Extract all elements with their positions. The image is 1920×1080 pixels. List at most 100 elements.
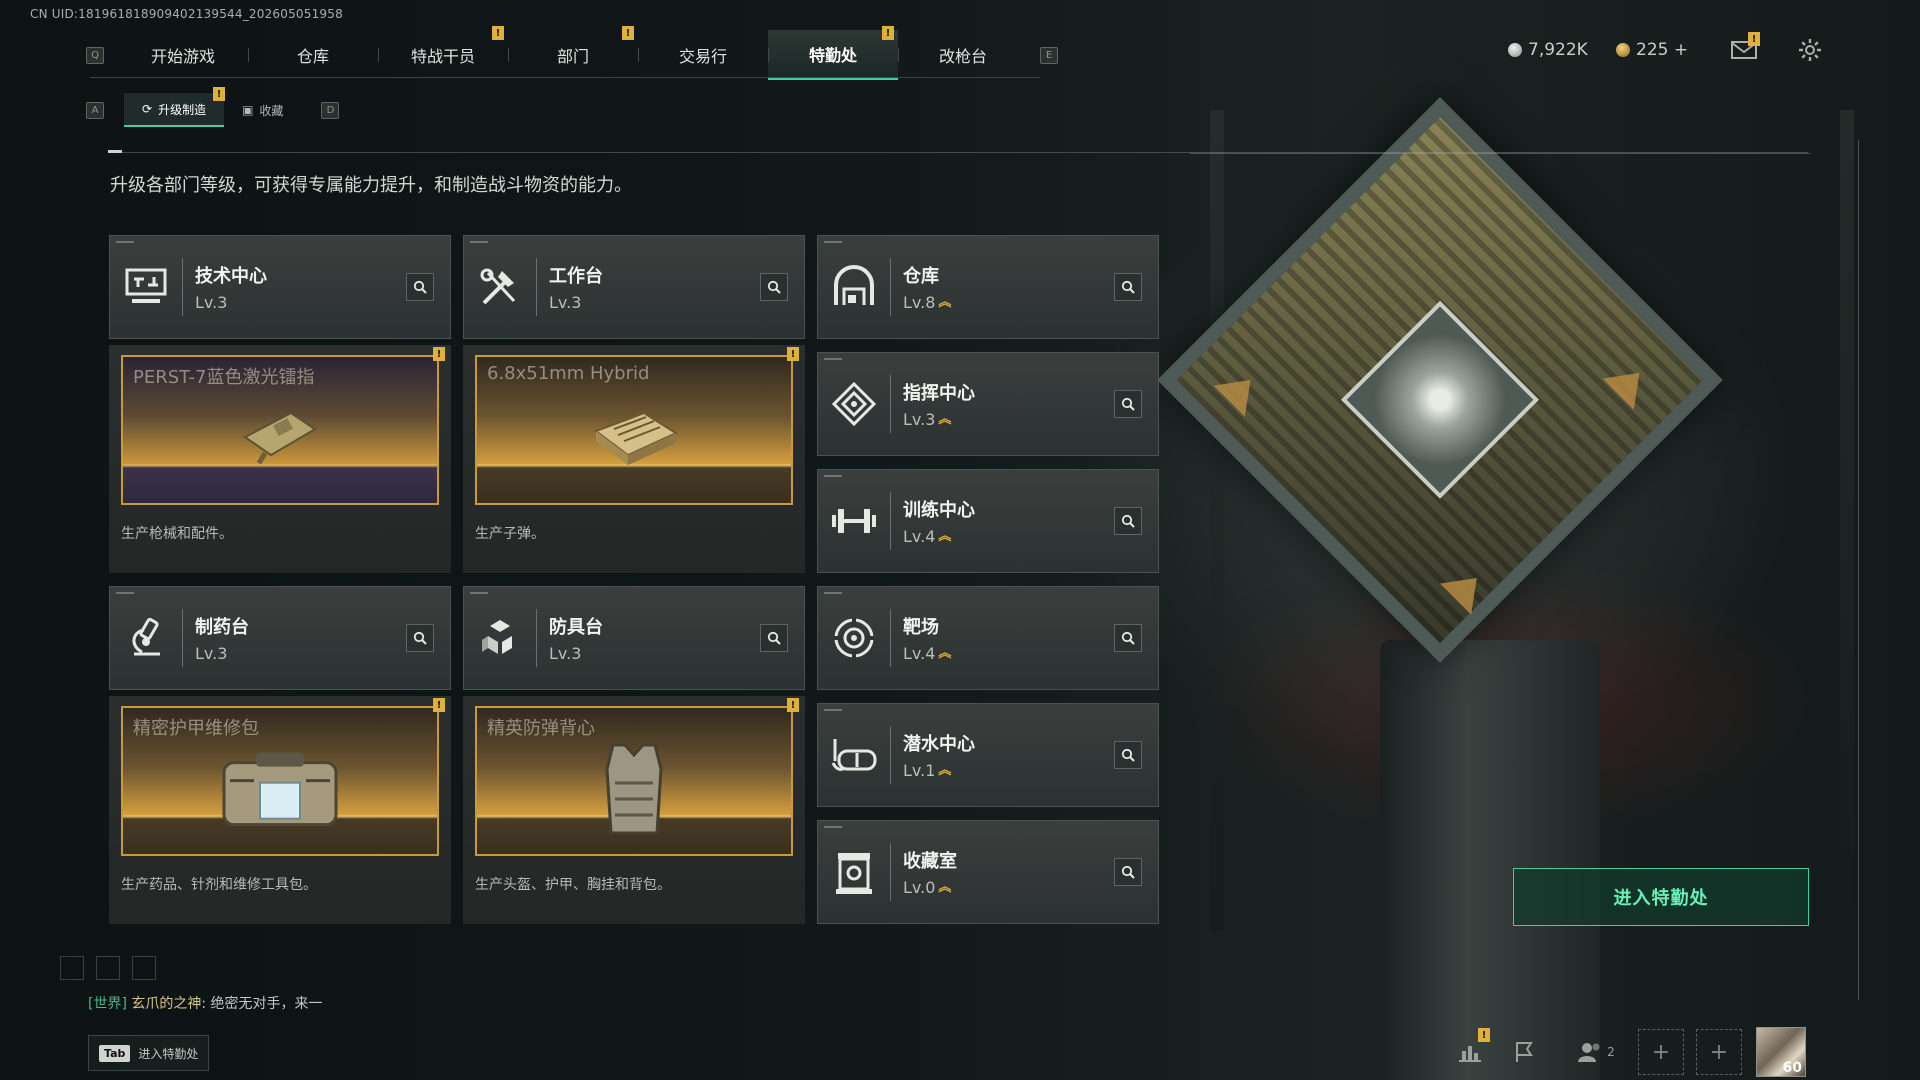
friends-icon	[1578, 1043, 1600, 1062]
tab-label: 仓库	[296, 47, 329, 66]
dept-panel-tech-center[interactable]: PERST-7蓝色激光镭指 ! 生产枪械和配件。	[109, 345, 451, 573]
upgrade-available-icon: ︽	[938, 529, 952, 544]
search-button[interactable]	[1114, 507, 1142, 535]
special-ops-cube-art	[1157, 97, 1723, 663]
quick-slot[interactable]	[96, 956, 120, 980]
chat-line[interactable]: [世界] 玄爪的之神: 绝密无对手，来一	[88, 993, 323, 1013]
dept-card-diving-center[interactable]: 潜水中心 Lv.1 ︽	[817, 703, 1159, 807]
dept-name: 工作台	[549, 266, 603, 287]
player-uid: CN UID:1819618189094021395​44_2026050519…	[30, 7, 343, 21]
alert-badge: !	[492, 26, 504, 40]
search-icon	[1121, 280, 1135, 294]
dept-card-workbench[interactable]: 工作台 Lv.3	[463, 235, 805, 339]
search-button[interactable]	[1114, 858, 1142, 886]
dept-card-command-center[interactable]: 指挥中心 Lv.3 ︽	[817, 352, 1159, 456]
product-preview[interactable]: 精英防弹背心	[475, 706, 793, 856]
search-button[interactable]	[1114, 273, 1142, 301]
product-preview[interactable]: 6.8x51mm Hybrid	[475, 355, 793, 505]
search-button[interactable]	[1114, 741, 1142, 769]
flag-icon[interactable]	[1502, 1030, 1546, 1074]
nav-left-key[interactable]: Q	[86, 46, 104, 64]
tab-gunsmith[interactable]: 改枪台	[898, 30, 1028, 80]
cube-panel	[1213, 364, 1267, 417]
card-text: 仓库 Lv.8 ︽	[903, 262, 1114, 312]
training-center-icon	[818, 470, 890, 572]
collection-room-icon	[818, 821, 890, 923]
gold-amount: 225 +	[1636, 40, 1689, 60]
dept-level: Lv.3	[549, 293, 760, 312]
search-button[interactable]	[1114, 624, 1142, 652]
silver-currency[interactable]: 7,922K	[1508, 40, 1588, 60]
player-level: 60	[1782, 1060, 1802, 1076]
search-button[interactable]	[406, 273, 434, 301]
search-button[interactable]	[1114, 390, 1142, 418]
chat-message: : 绝密无对手，来一	[201, 996, 323, 1012]
tab-warehouse[interactable]: 仓库	[248, 30, 378, 80]
upgrade-available-icon: ︽	[938, 646, 952, 661]
subtab-collection[interactable]: ▣ 收藏	[224, 93, 301, 127]
product-preview[interactable]: 精密护甲维修包	[121, 706, 439, 856]
dept-panel-workbench[interactable]: 6.8x51mm Hybrid ! 生产子弹。	[463, 345, 805, 573]
dept-name: 潜水中心	[903, 734, 975, 755]
subtab-left-key[interactable]: A	[86, 101, 104, 119]
dept-panel-pharmacy[interactable]: 精密护甲维修包 ! 生产药品、针剂和维修工具包。	[109, 696, 451, 924]
tab-shortcut-hint[interactable]: Tab 进入特勤处	[88, 1035, 210, 1071]
search-button[interactable]	[760, 624, 788, 652]
card-text: 工作台 Lv.3	[549, 262, 760, 312]
quick-slot[interactable]	[132, 956, 156, 980]
player-avatar[interactable]: 60	[1756, 1027, 1806, 1077]
dept-card-tech-center[interactable]: 技术中心 Lv.3	[109, 235, 451, 339]
product-name: 精英防弹背心	[487, 718, 595, 739]
alert-badge: !	[433, 347, 445, 361]
dept-level-text: Lv.3	[549, 644, 582, 663]
gear-icon[interactable]	[1796, 38, 1824, 62]
card-separator	[536, 258, 537, 316]
nav-right-key[interactable]: E	[1040, 46, 1058, 64]
tech-center-icon	[110, 236, 182, 338]
search-button[interactable]	[406, 624, 434, 652]
dept-panel-armor-bench[interactable]: 精英防弹背心 ! 生产头盔、护甲、胸挂和背包。	[463, 696, 805, 924]
collection-icon: ▣	[242, 103, 254, 117]
subtab-upgrade-craft[interactable]: ⟳ 升级制造 !	[124, 87, 226, 127]
search-icon	[1121, 865, 1135, 879]
sub-tabs: A ⟳ 升级制造 ! ▣ 收藏 D	[86, 87, 340, 127]
tab-start-game[interactable]: 开始游戏	[118, 30, 248, 80]
add-teammate-button[interactable]: +	[1638, 1029, 1684, 1075]
dept-card-training-center[interactable]: 训练中心 Lv.4 ︽	[817, 469, 1159, 573]
friends-button[interactable]: 2	[1566, 1030, 1626, 1074]
stats-icon[interactable]: !	[1448, 1028, 1492, 1074]
dept-name: 防具台	[549, 617, 603, 638]
card-text: 训练中心 Lv.4 ︽	[903, 496, 1114, 546]
add-teammate-button[interactable]: +	[1696, 1029, 1742, 1075]
tab-special-ops[interactable]: 特勤处!	[768, 26, 898, 80]
dept-level: Lv.3	[195, 293, 406, 312]
dept-card-warehouse[interactable]: 仓库 Lv.8 ︽	[817, 235, 1159, 339]
dept-level-text: Lv.3	[903, 410, 936, 429]
quick-slot[interactable]	[60, 956, 84, 980]
decor-line	[1858, 140, 1859, 1000]
alert-badge: !	[622, 26, 634, 40]
tab-trade[interactable]: 交易行	[638, 30, 768, 80]
dept-card-pharmacy[interactable]: 制药台 Lv.3	[109, 586, 451, 690]
dept-level-text: Lv.4	[903, 644, 936, 663]
gold-currency[interactable]: 225 +	[1616, 40, 1688, 60]
tab-hint-label: 进入特勤处	[138, 1046, 199, 1061]
mail-icon[interactable]: !	[1730, 32, 1760, 62]
dept-level: Lv.3	[195, 644, 406, 663]
dept-card-armor-bench[interactable]: 防具台 Lv.3	[463, 586, 805, 690]
dept-card-shooting-range[interactable]: 靶场 Lv.4 ︽	[817, 586, 1159, 690]
product-caption: 生产药品、针剂和维修工具包。	[121, 877, 317, 893]
tab-operators[interactable]: 特战干员!	[378, 26, 508, 80]
pharmacy-icon	[110, 587, 182, 689]
search-button[interactable]	[760, 273, 788, 301]
card-text: 潜水中心 Lv.1 ︽	[903, 730, 1114, 780]
product-preview[interactable]: PERST-7蓝色激光镭指	[121, 355, 439, 505]
enter-special-ops-button[interactable]: 进入特勤处	[1513, 868, 1809, 926]
dept-card-collection-room[interactable]: 收藏室 Lv.0 ︽	[817, 820, 1159, 924]
subtab-right-key[interactable]: D	[321, 101, 340, 119]
alert-badge: !	[882, 26, 894, 40]
dept-level-text: Lv.0	[903, 878, 936, 897]
main-tabs: 开始游戏 仓库 特战干员! 部门! 交易行 特勤处! 改枪台	[118, 26, 1028, 80]
card-text: 防具台 Lv.3	[549, 613, 760, 663]
tab-department[interactable]: 部门!	[508, 26, 638, 80]
